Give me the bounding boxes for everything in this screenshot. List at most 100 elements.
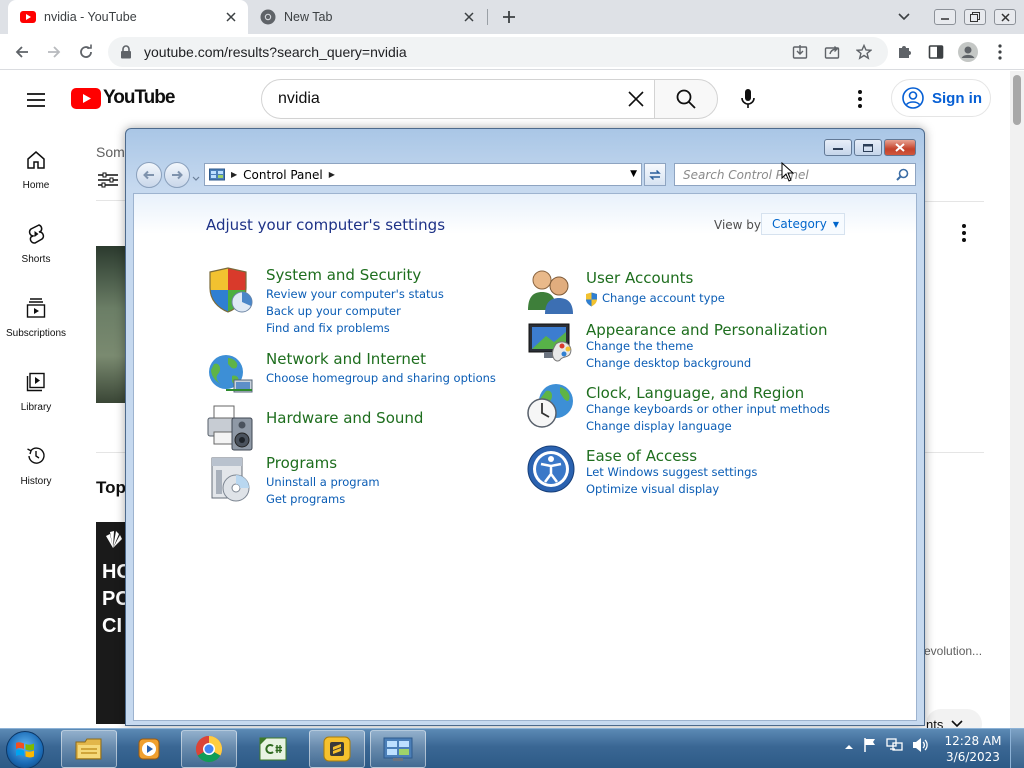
guide-menu-icon[interactable]: [24, 88, 48, 112]
category-task-link[interactable]: Find and fix problems: [266, 321, 390, 335]
youtube-search-button[interactable]: [654, 79, 718, 119]
tab-search-button[interactable]: [892, 5, 916, 29]
view-by-value: Category: [772, 217, 827, 231]
category-task-link[interactable]: Change the theme: [586, 339, 693, 353]
youtube-settings-menu-icon[interactable]: [848, 87, 872, 111]
guide-item-home[interactable]: Home: [0, 148, 72, 191]
cp-refresh-button[interactable]: [644, 163, 666, 186]
sign-in-button[interactable]: Sign in: [891, 79, 991, 117]
bookmark-star-icon[interactable]: [854, 42, 874, 62]
filters-icon[interactable]: [98, 172, 118, 188]
profile-avatar-icon[interactable]: [958, 42, 978, 62]
breadcrumb-arrow-icon[interactable]: ▶: [329, 170, 335, 179]
taskbar-clock[interactable]: 12:28 AM 3/6/2023: [940, 733, 1006, 765]
breadcrumb-arrow-icon[interactable]: ▶: [231, 170, 237, 179]
cp-search-input[interactable]: Search Control Panel: [674, 163, 916, 186]
clock-date: 3/6/2023: [946, 750, 1000, 764]
taskbar-explorer[interactable]: [61, 730, 117, 768]
shield-icon[interactable]: [206, 266, 256, 316]
cp-minimize-button[interactable]: [824, 139, 852, 156]
breadcrumb-control-panel[interactable]: Control Panel: [243, 168, 323, 182]
restore-button[interactable]: [964, 9, 986, 25]
category-task-link[interactable]: Change account type: [602, 291, 725, 305]
users-icon[interactable]: [526, 266, 576, 316]
category-task-link[interactable]: Change desktop background: [586, 356, 751, 370]
programs-cd-icon[interactable]: [206, 454, 256, 504]
voice-search-button[interactable]: [728, 79, 768, 119]
guide-item-subscriptions[interactable]: Subscriptions: [0, 296, 72, 339]
cp-address-bar[interactable]: ▶ Control Panel ▶ ▼: [204, 163, 642, 186]
category-title-link[interactable]: Appearance and Personalization: [586, 321, 828, 339]
page-scrollbar[interactable]: [1010, 71, 1024, 728]
youtube-search-box[interactable]: nvidia: [261, 79, 655, 119]
category-task-link[interactable]: Choose homegroup and sharing options: [266, 371, 496, 385]
address-dropdown-icon[interactable]: ▼: [630, 169, 637, 179]
taskbar-sublime[interactable]: [309, 730, 365, 768]
address-bar[interactable]: youtube.com/results?search_query=nvidia: [108, 37, 888, 67]
recent-pages-dropdown-icon[interactable]: [192, 170, 200, 181]
view-by-dropdown[interactable]: Category ▼: [761, 213, 845, 235]
scrollbar-thumb[interactable]: [1013, 75, 1021, 125]
extensions-puzzle-icon[interactable]: [894, 42, 914, 62]
category-task-link[interactable]: Get programs: [266, 492, 345, 506]
tab-youtube[interactable]: nvidia - YouTube: [8, 0, 248, 34]
category-task-link[interactable]: Let Windows suggest settings: [586, 465, 757, 479]
taskbar-media-player[interactable]: [121, 730, 177, 768]
category-title-link[interactable]: User Accounts: [586, 269, 693, 287]
show-desktop-button[interactable]: [1010, 729, 1024, 768]
clear-search-icon[interactable]: [622, 85, 650, 113]
taskbar-csharp[interactable]: [245, 730, 301, 768]
category-title-link[interactable]: Network and Internet: [266, 350, 426, 368]
category-title-link[interactable]: Programs: [266, 454, 337, 472]
category-task-link[interactable]: Optimize visual display: [586, 482, 719, 496]
start-button[interactable]: [6, 731, 44, 768]
ease-of-access-icon[interactable]: [526, 444, 576, 494]
clock-globe-icon[interactable]: [526, 381, 576, 431]
guide-item-library[interactable]: Library: [0, 370, 72, 413]
network-icon[interactable]: [886, 737, 904, 758]
category-task-link[interactable]: Change display language: [586, 419, 732, 433]
tab-new-tab[interactable]: New Tab: [250, 0, 486, 34]
printer-speaker-icon[interactable]: [206, 402, 256, 452]
guide-item-shorts[interactable]: Shorts: [0, 222, 72, 265]
back-button[interactable]: [8, 38, 36, 66]
new-tab-button[interactable]: [497, 5, 521, 29]
cp-maximize-button[interactable]: [854, 139, 882, 156]
close-window-button[interactable]: [994, 9, 1016, 25]
share-icon[interactable]: [822, 42, 842, 62]
category-task-link[interactable]: Review your computer's status: [266, 287, 444, 301]
show-more-chip[interactable]: nts: [926, 709, 982, 728]
category-title-link[interactable]: Clock, Language, and Region: [586, 384, 804, 402]
taskbar-control-panel[interactable]: [370, 730, 426, 768]
youtube-search-input[interactable]: nvidia: [278, 90, 622, 108]
close-tab-icon[interactable]: [220, 6, 242, 28]
category-title-link[interactable]: System and Security: [266, 266, 421, 284]
show-hidden-icons-arrow-icon[interactable]: [844, 739, 854, 757]
category-task-link[interactable]: Back up your computer: [266, 304, 401, 318]
category-task-link[interactable]: Uninstall a program: [266, 475, 380, 489]
install-app-icon[interactable]: [790, 42, 810, 62]
network-globe-icon[interactable]: [206, 350, 256, 400]
lock-icon[interactable]: [120, 44, 136, 60]
action-center-flag-icon[interactable]: [862, 737, 878, 758]
forward-button[interactable]: [40, 38, 68, 66]
category-title-link[interactable]: Hardware and Sound: [266, 409, 423, 427]
side-panel-icon[interactable]: [926, 42, 946, 62]
close-tab-icon[interactable]: [458, 6, 480, 28]
cp-close-button[interactable]: [884, 139, 916, 156]
category-task-link[interactable]: Change keyboards or other input methods: [586, 402, 830, 416]
reload-button[interactable]: [72, 38, 100, 66]
video-more-actions-icon[interactable]: [954, 221, 974, 245]
youtube-logo[interactable]: YouTube: [71, 87, 175, 109]
guide-item-history[interactable]: History: [0, 444, 72, 487]
video-thumbnail[interactable]: HC PC CI: [96, 522, 128, 724]
cp-back-button[interactable]: [136, 162, 162, 188]
taskbar-chrome[interactable]: [181, 730, 237, 768]
cp-forward-button[interactable]: [164, 162, 190, 188]
video-thumbnail[interactable]: [96, 246, 128, 403]
monitor-palette-icon[interactable]: [526, 318, 576, 368]
category-title-link[interactable]: Ease of Access: [586, 447, 697, 465]
minimize-button[interactable]: [934, 9, 956, 25]
volume-icon[interactable]: [912, 737, 930, 758]
chrome-menu-icon[interactable]: [990, 42, 1010, 62]
